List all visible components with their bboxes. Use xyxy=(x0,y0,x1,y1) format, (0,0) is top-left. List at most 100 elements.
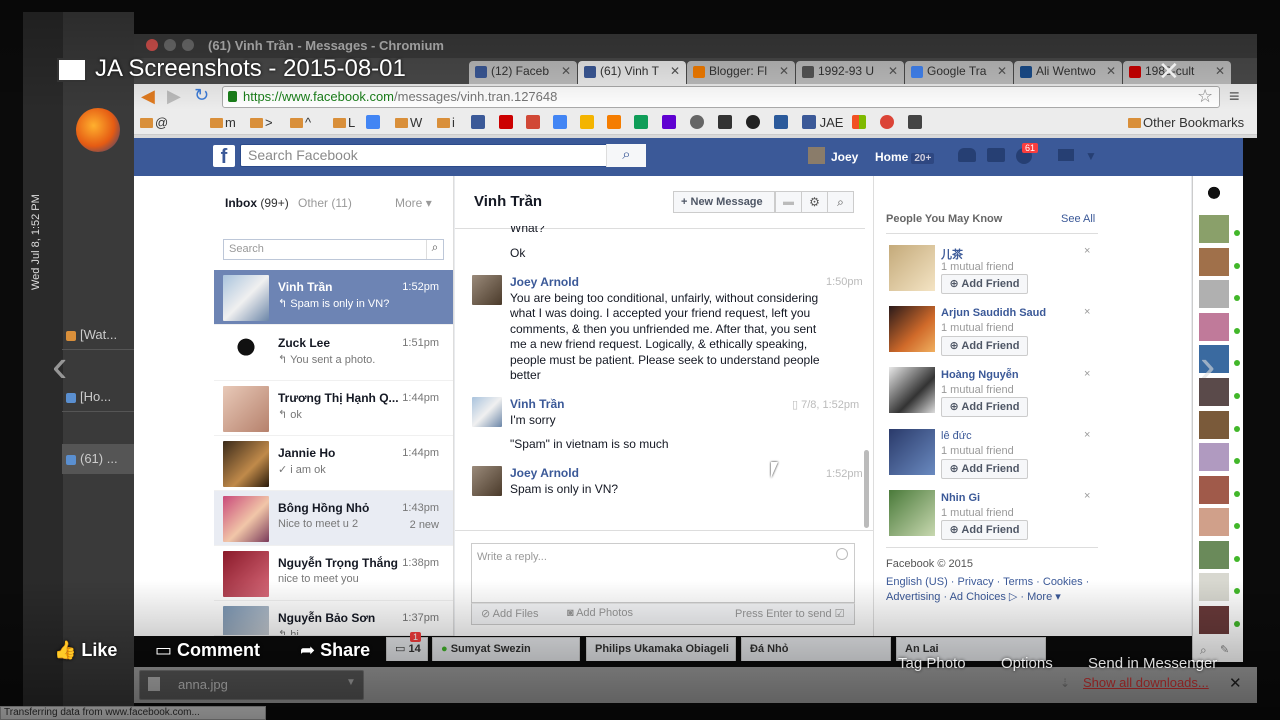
avatar[interactable] xyxy=(1199,248,1229,276)
bookmark-dark[interactable] xyxy=(908,115,922,131)
sender-name[interactable]: Joey Arnold xyxy=(510,466,579,480)
bookmark-folder[interactable]: @ xyxy=(140,115,168,131)
chat-tab[interactable]: Philips Ukamaka Obiageli xyxy=(586,637,736,661)
chat-tab[interactable]: ● Sumyat Swezin xyxy=(432,637,580,661)
download-item[interactable]: anna.jpg xyxy=(139,670,364,700)
avatar[interactable] xyxy=(889,367,935,413)
close-tab-icon[interactable]: ✕ xyxy=(561,61,571,82)
avatar[interactable] xyxy=(1199,508,1229,536)
home-link[interactable]: Home 20+ xyxy=(875,150,935,164)
add-friend-button[interactable]: ⊕ Add Friend xyxy=(941,274,1028,294)
bookmark-folder[interactable]: ^ xyxy=(290,115,311,131)
tab-inbox[interactable]: Inbox (99+) xyxy=(225,196,289,210)
minimize-window-button[interactable] xyxy=(164,39,176,51)
send-in-messenger-button[interactable]: Send in Messenger xyxy=(1088,655,1217,672)
add-friend-button[interactable]: ⊕ Add Friend xyxy=(941,397,1028,417)
video-call-icon[interactable]: ▬ xyxy=(775,191,802,213)
avatar[interactable] xyxy=(889,429,935,475)
conversation-item[interactable]: Nguyễn Bảo Sơn ↰ hi 1:37pm xyxy=(214,601,453,636)
sender-name[interactable]: Vinh Trần xyxy=(510,397,564,411)
avatar[interactable] xyxy=(1199,411,1229,439)
chevron-down-icon[interactable]: ▼ xyxy=(346,677,356,688)
tab-other[interactable]: Other (11) xyxy=(298,196,352,210)
share-button[interactable]: ➦ Share xyxy=(300,640,370,661)
reload-icon[interactable]: ↻ xyxy=(194,85,209,106)
bookmark-folder[interactable]: L xyxy=(333,115,355,131)
bookmark-maps[interactable] xyxy=(634,115,648,131)
sender-name[interactable]: Joey Arnold xyxy=(510,275,579,289)
bookmark-pinned[interactable] xyxy=(580,115,594,131)
bookmark-gmail[interactable] xyxy=(526,115,540,131)
avatar[interactable] xyxy=(1199,183,1229,211)
privacy-icon[interactable] xyxy=(1058,149,1074,161)
bookmark-blogger[interactable] xyxy=(607,115,621,131)
add-friend-button[interactable]: ⊕ Add Friend xyxy=(941,459,1028,479)
bookmark-folder[interactable]: W xyxy=(395,115,422,131)
new-message-button[interactable]: + New Message xyxy=(673,191,775,213)
close-icon[interactable]: × xyxy=(1084,429,1090,441)
mutual-friends[interactable]: 1 mutual friend xyxy=(941,445,1014,457)
avatar[interactable] xyxy=(1199,476,1229,504)
inbox-search-input[interactable]: Search xyxy=(223,239,444,260)
like-button[interactable]: 👍 Like xyxy=(54,640,117,661)
conversation-item[interactable]: Trương Thị Hạnh Q... ↰ ok 1:44pm xyxy=(214,381,453,436)
bookmark-star-icon[interactable]: ☆ xyxy=(1197,86,1213,107)
bookmark-chrome[interactable] xyxy=(880,115,894,131)
see-all-link[interactable]: See All xyxy=(1061,213,1095,225)
menu-icon[interactable]: ≡ xyxy=(1229,86,1240,107)
messages-icon[interactable] xyxy=(987,148,1005,162)
mutual-friends[interactable]: 1 mutual friend xyxy=(941,384,1014,396)
bookmark-folder[interactable]: i xyxy=(437,115,455,131)
forward-icon[interactable]: ▶ xyxy=(167,86,181,107)
emoji-icon[interactable] xyxy=(836,548,848,560)
add-friend-button[interactable]: ⊕ Add Friend xyxy=(941,336,1028,356)
close-tab-icon[interactable]: ✕ xyxy=(1106,61,1116,82)
profile-link[interactable]: Joey xyxy=(831,150,858,164)
close-tab-icon[interactable]: ✕ xyxy=(888,61,898,82)
tab-ali[interactable]: Ali Wentwo ✕ xyxy=(1014,61,1122,84)
tab-wikipedia[interactable]: 1992-93 U ✕ xyxy=(796,61,904,84)
bookmark-translate[interactable] xyxy=(553,115,567,131)
bookmark-dark[interactable] xyxy=(774,115,788,131)
press-enter-toggle[interactable]: Press Enter to send ☑ xyxy=(735,607,845,620)
conversation-item[interactable]: Nguyễn Trọng Thắng nice to meet you 1:38pm xyxy=(214,546,453,601)
mutual-friends[interactable]: 1 mutual friend xyxy=(941,261,1014,273)
add-files-button[interactable]: ⊘ Add Files xyxy=(481,607,539,620)
task-watch[interactable]: [Wat... xyxy=(62,320,134,350)
close-tab-icon[interactable]: ✕ xyxy=(997,61,1007,82)
avatar[interactable] xyxy=(889,306,935,352)
avatar[interactable] xyxy=(1199,541,1229,569)
facebook-search-input[interactable]: Search Facebook xyxy=(240,144,646,167)
facebook-logo[interactable]: f xyxy=(213,145,235,168)
avatar[interactable] xyxy=(808,147,825,164)
avatar[interactable] xyxy=(1199,313,1229,341)
avatar[interactable] xyxy=(1199,215,1229,243)
close-tab-icon[interactable]: ✕ xyxy=(1215,61,1225,82)
next-arrow-icon[interactable]: › xyxy=(1200,338,1215,392)
avatar[interactable] xyxy=(1199,573,1229,601)
conversation-item[interactable]: Jannie Ho ✓ i am ok 1:44pm xyxy=(214,436,453,491)
avatar[interactable] xyxy=(1199,443,1229,471)
bookmark-jae[interactable]: JAE xyxy=(802,115,843,131)
bookmark-google[interactable] xyxy=(366,115,380,131)
close-icon[interactable]: × xyxy=(1084,490,1090,502)
search-icon[interactable]: ⌕ xyxy=(827,191,854,213)
mutual-friends[interactable]: 1 mutual friend xyxy=(941,507,1014,519)
back-icon[interactable]: ◀ xyxy=(141,86,155,107)
person-name[interactable]: Arjun Saudidh Saud xyxy=(941,307,1046,319)
avatar[interactable] xyxy=(889,490,935,536)
person-name[interactable]: Hoàng Nguyễn xyxy=(941,369,1019,381)
person-name[interactable]: lê đức xyxy=(941,430,972,442)
comment-button[interactable]: ▭ Comment xyxy=(155,640,260,661)
conversation-item[interactable]: Zuck Lee ↰ You sent a photo. 1:51pm xyxy=(214,326,453,381)
avatar[interactable] xyxy=(889,245,935,291)
close-icon[interactable]: ✕ xyxy=(1158,56,1180,87)
other-bookmarks[interactable]: Other Bookmarks xyxy=(1128,115,1244,131)
conversation-item[interactable]: Bông Hồng Nhỏ Nice to meet u 2 1:43pm 2 new xyxy=(214,491,453,546)
add-friend-button[interactable]: ⊕ Add Friend xyxy=(941,520,1028,540)
person-name[interactable]: 儿茶 xyxy=(941,246,963,262)
bookmark-dark[interactable] xyxy=(746,115,760,131)
bookmark-folder[interactable]: > xyxy=(250,115,273,131)
person-name[interactable]: Nhin Gi xyxy=(941,492,980,504)
gear-icon[interactable]: ⚙ xyxy=(801,191,828,213)
